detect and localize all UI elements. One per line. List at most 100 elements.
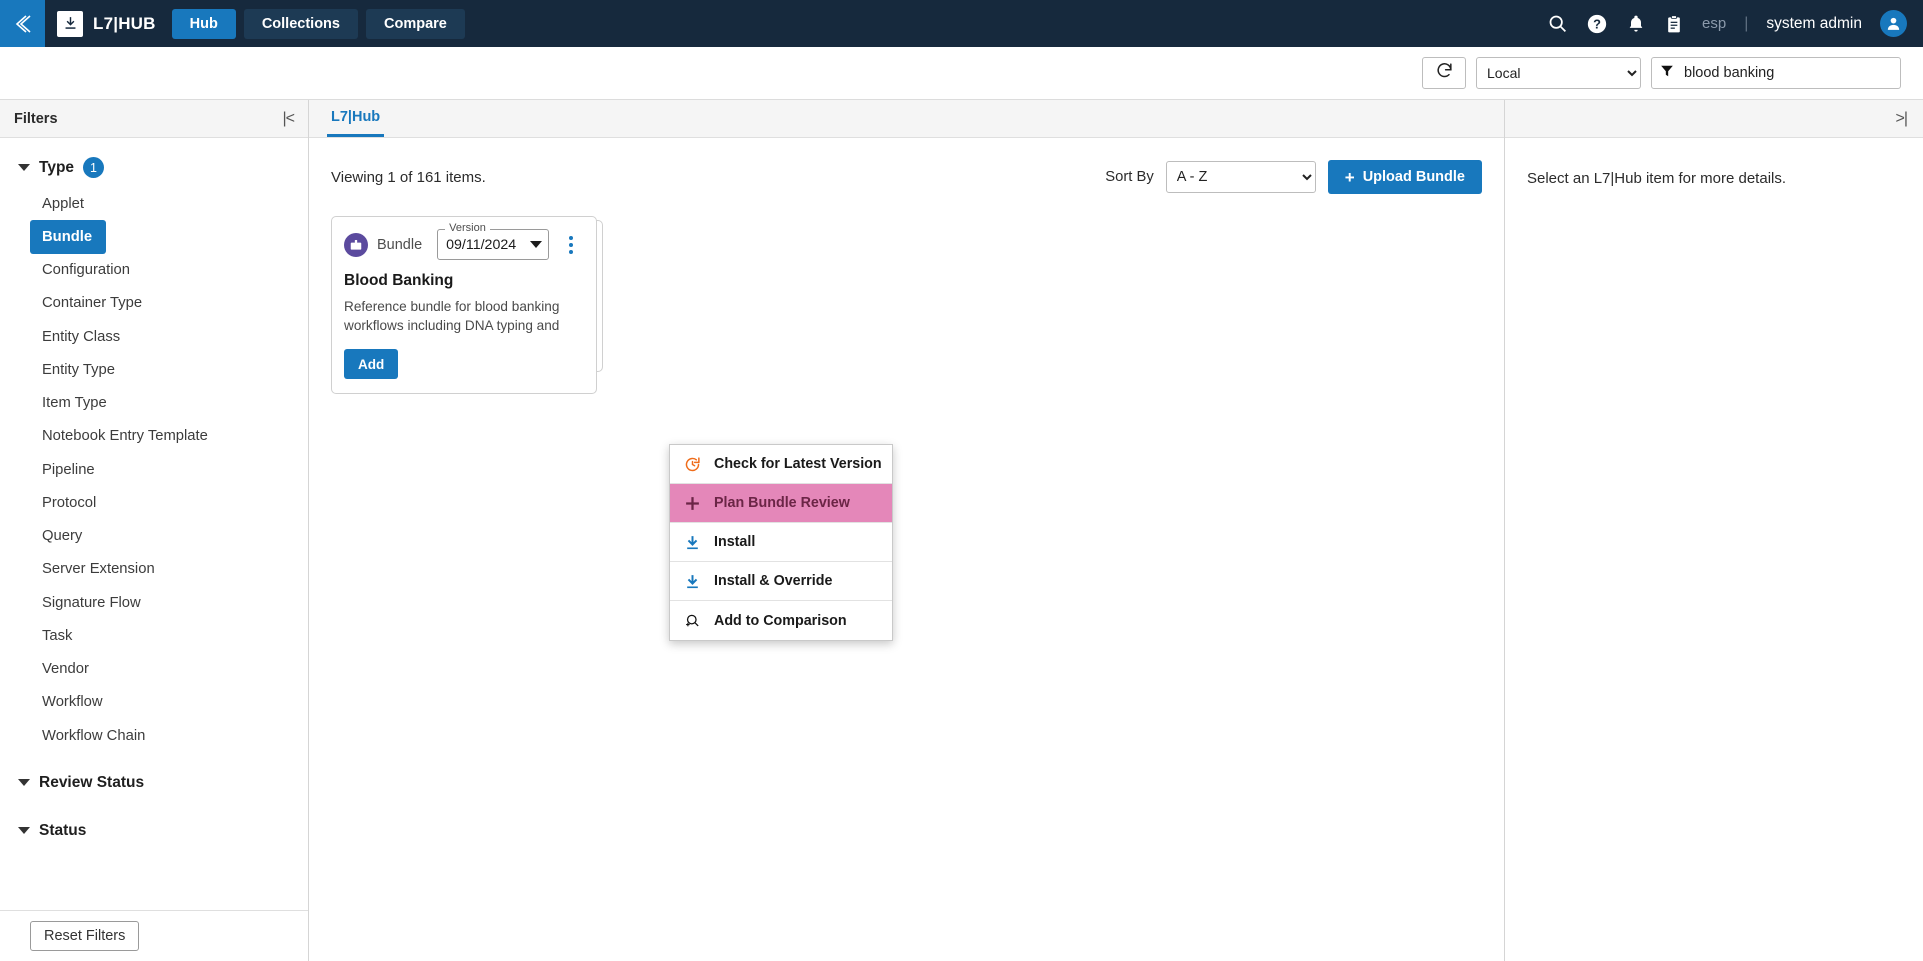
sort-by-select[interactable]: A - Z xyxy=(1165,161,1316,193)
filter-item-workflow[interactable]: Workflow xyxy=(0,686,113,719)
filter-item-workflow-chain[interactable]: Workflow Chain xyxy=(0,719,155,752)
filters-scroll-region[interactable]: Type 1 Applet Bundle Configuration Conta… xyxy=(0,138,308,910)
center-toolbar-row: Viewing 1 of 161 items. Sort By A - Z + … xyxy=(309,138,1504,194)
user-avatar-icon[interactable] xyxy=(1880,10,1907,37)
org-label: esp xyxy=(1702,15,1727,32)
version-select[interactable]: Version 09/11/2024 xyxy=(437,222,550,260)
sort-and-upload-group: Sort By A - Z + Upload Bundle xyxy=(1105,160,1482,194)
kebab-menu-icon[interactable] xyxy=(567,234,575,256)
center-tabbar: L7|Hub xyxy=(309,100,1504,138)
search-icon[interactable] xyxy=(1547,13,1568,34)
brand-title: L7|HUB xyxy=(93,13,156,33)
header-divider: | xyxy=(1744,14,1749,32)
filter-item-protocol[interactable]: Protocol xyxy=(0,486,106,519)
bundle-context-menu: Check for Latest Version Plan Bundle Rev… xyxy=(669,444,893,641)
menu-item-install[interactable]: Install xyxy=(670,523,892,562)
package-icon xyxy=(344,232,368,257)
details-panel-header: >| xyxy=(1505,100,1923,138)
kebab-dot xyxy=(569,235,574,240)
filter-item-server-extension[interactable]: Server Extension xyxy=(0,553,165,586)
bundle-card-stack: Bundle Version 09/11/2024 Blood Banking … xyxy=(331,216,603,394)
filters-title: Filters xyxy=(14,110,58,127)
filter-item-query[interactable]: Query xyxy=(0,520,92,553)
search-input[interactable] xyxy=(1682,64,1892,82)
bundle-card-header: Bundle Version 09/11/2024 xyxy=(344,222,584,260)
menu-item-check-for-latest-version[interactable]: Check for Latest Version xyxy=(670,445,892,484)
nav-tab-collections[interactable]: Collections xyxy=(243,8,358,39)
menu-item-label: Check for Latest Version xyxy=(714,456,882,472)
filter-item-container-type[interactable]: Container Type xyxy=(0,287,152,320)
bell-icon[interactable] xyxy=(1626,14,1646,34)
location-select[interactable]: Local xyxy=(1476,57,1641,89)
collapse-right-icon[interactable]: >| xyxy=(1896,110,1908,128)
filter-item-task[interactable]: Task xyxy=(0,619,82,652)
brand-group: L7|HUB xyxy=(57,10,156,37)
filter-item-pipeline[interactable]: Pipeline xyxy=(0,453,105,486)
card-results-area: Bundle Version 09/11/2024 Blood Banking … xyxy=(309,194,1504,641)
sort-by-label: Sort By xyxy=(1105,169,1154,185)
upload-bundle-button[interactable]: + Upload Bundle xyxy=(1327,160,1482,194)
nav-tab-compare[interactable]: Compare xyxy=(365,8,465,39)
nav-tab-hub[interactable]: Hub xyxy=(171,8,236,39)
menu-item-install-and-override[interactable]: Install & Override xyxy=(670,562,892,601)
tab-l7-hub[interactable]: L7|Hub xyxy=(327,100,385,137)
user-name-label: system admin xyxy=(1766,14,1862,32)
reset-filters-button[interactable]: Reset Filters xyxy=(30,921,140,951)
svg-text:?: ? xyxy=(1593,16,1601,31)
refresh-clock-icon xyxy=(684,456,701,473)
filter-item-configuration[interactable]: Configuration xyxy=(0,254,140,287)
chevron-down-icon[interactable] xyxy=(530,241,543,248)
filter-item-signature-flow[interactable]: Signature Flow xyxy=(0,586,151,619)
chevron-down-icon[interactable] xyxy=(18,779,30,787)
menu-item-label: Install & Override xyxy=(714,573,833,589)
main-body: Filters |< Type 1 Applet Bundle Configur… xyxy=(0,100,1923,961)
filter-item-vendor[interactable]: Vendor xyxy=(0,653,99,686)
collapse-left-icon[interactable]: |< xyxy=(283,110,295,128)
help-circle-icon[interactable]: ? xyxy=(1586,13,1608,35)
chevron-down-icon[interactable] xyxy=(18,164,30,171)
refresh-icon xyxy=(1435,61,1454,85)
clipboard-icon[interactable] xyxy=(1664,14,1684,34)
filter-item-applet[interactable]: Applet xyxy=(0,187,94,220)
bundle-card-action-button[interactable]: Add xyxy=(344,349,399,379)
app-header: L7|HUB Hub Collections Compare ? esp | s… xyxy=(0,0,1923,47)
filter-group-review-status-header[interactable]: Review Status xyxy=(0,765,308,801)
menu-item-plan-bundle-review[interactable]: Plan Bundle Review xyxy=(670,484,892,523)
details-empty-message: Select an L7|Hub item for more details. xyxy=(1527,170,1787,187)
chevron-down-icon[interactable] xyxy=(18,827,30,835)
filter-group-type-header[interactable]: Type 1 xyxy=(0,148,308,187)
filter-item-bundle[interactable]: Bundle xyxy=(30,220,107,254)
menu-item-label: Plan Bundle Review xyxy=(714,495,850,511)
filters-sidebar: Filters |< Type 1 Applet Bundle Configur… xyxy=(0,100,309,961)
bundle-type-label: Bundle xyxy=(377,236,423,253)
version-value: 09/11/2024 xyxy=(446,236,517,253)
filter-item-entity-type[interactable]: Entity Type xyxy=(0,353,125,386)
download-icon xyxy=(684,534,701,551)
kebab-dot xyxy=(569,249,574,254)
filters-sidebar-header: Filters |< xyxy=(0,100,308,138)
filter-group-title: Review Status xyxy=(39,773,145,791)
kebab-dot xyxy=(569,242,574,247)
filter-item-entity-class[interactable]: Entity Class xyxy=(0,320,130,353)
download-icon xyxy=(57,10,83,37)
search-filter-box[interactable] xyxy=(1651,57,1901,89)
filter-item-notebook-entry-template[interactable]: Notebook Entry Template xyxy=(0,420,218,453)
filter-group-status-header[interactable]: Status xyxy=(0,813,308,849)
plus-icon xyxy=(684,495,701,512)
back-navigation-button[interactable] xyxy=(0,0,45,47)
filter-count-badge: 1 xyxy=(83,157,105,178)
refresh-button[interactable] xyxy=(1422,57,1466,89)
primary-nav-tabs: Hub Collections Compare xyxy=(171,8,465,39)
filter-group-title: Type xyxy=(39,158,75,176)
download-icon xyxy=(684,573,701,590)
add-compare-icon xyxy=(684,612,701,630)
menu-item-label: Add to Comparison xyxy=(714,612,847,629)
filter-item-item-type[interactable]: Item Type xyxy=(0,387,117,420)
menu-item-add-to-comparison[interactable]: Add to Comparison xyxy=(670,601,892,640)
upload-bundle-label: Upload Bundle xyxy=(1362,169,1465,185)
filters-footer: Reset Filters xyxy=(0,910,308,961)
bundle-card[interactable]: Bundle Version 09/11/2024 Blood Banking … xyxy=(331,216,597,394)
filter-group-title: Status xyxy=(39,821,87,839)
bundle-card-title: Blood Banking xyxy=(344,272,454,289)
